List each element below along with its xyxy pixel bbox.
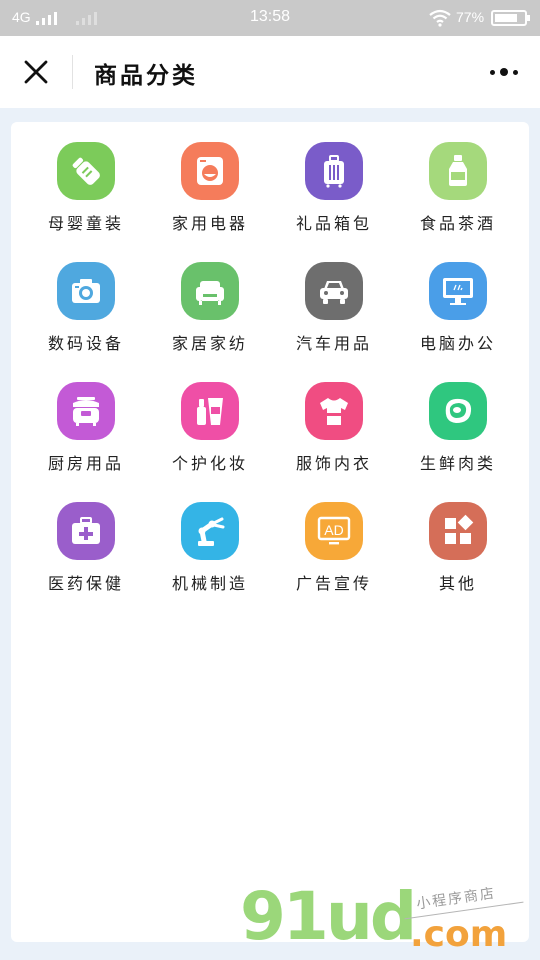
- category-label: 礼品箱包: [295, 214, 372, 233]
- watermark-tagline: 小程序商店: [415, 885, 497, 913]
- category-label: 生鲜肉类: [419, 454, 496, 473]
- grid-icon: [429, 502, 487, 560]
- category-item-medical-kit[interactable]: 医药保健: [24, 486, 148, 596]
- category-item-car[interactable]: 汽车用品: [272, 246, 396, 356]
- category-label: 医药保健: [47, 574, 124, 593]
- cosmetics-icon: [181, 382, 239, 440]
- category-label: 食品茶酒: [419, 214, 496, 233]
- ad-icon: AD: [305, 502, 363, 560]
- category-label: 家用电器: [171, 214, 248, 233]
- category-label: 个护化妆: [171, 454, 248, 473]
- wifi-icon: [429, 9, 451, 27]
- svg-text:AD: AD: [324, 522, 343, 538]
- category-item-ad[interactable]: AD 广告宣传: [272, 486, 396, 596]
- robot-arm-icon: [181, 502, 239, 560]
- category-item-sofa[interactable]: 家居家纺: [148, 246, 272, 356]
- category-item-luggage[interactable]: 礼品箱包: [272, 126, 396, 236]
- bottle-icon: [429, 142, 487, 200]
- washing-machine-icon: [181, 142, 239, 200]
- sofa-icon: [181, 262, 239, 320]
- category-label: 服饰内衣: [295, 454, 372, 473]
- navigation-bar: 商品分类: [0, 36, 540, 108]
- camera-icon: [57, 262, 115, 320]
- category-label: 其他: [438, 574, 477, 593]
- category-item-bottle[interactable]: 食品茶酒: [396, 126, 520, 236]
- category-item-grid[interactable]: 其他: [396, 486, 520, 596]
- battery-fill: [495, 14, 517, 22]
- category-item-monitor[interactable]: 电脑办公: [396, 246, 520, 356]
- battery-percent: 77%: [456, 9, 485, 25]
- watermark-logo: 91ud .com 小程序商店: [240, 882, 540, 960]
- category-label: 电脑办公: [419, 334, 496, 353]
- category-panel: 母婴童装 家用电器 礼品箱包 食品茶酒数码设备 家居家纺 汽车用品 电脑办公厨房用品 个护化妆…: [11, 122, 529, 942]
- watermark-domain: .com: [410, 914, 508, 955]
- battery-icon: [491, 10, 530, 26]
- more-dots-icon[interactable]: [484, 62, 524, 82]
- monitor-icon: [429, 262, 487, 320]
- category-label: 数码设备: [47, 334, 124, 353]
- category-label: 厨房用品: [47, 454, 124, 473]
- category-item-baby-bottle[interactable]: 母婴童装: [24, 126, 148, 236]
- luggage-icon: [305, 142, 363, 200]
- category-item-camera[interactable]: 数码设备: [24, 246, 148, 356]
- page-title: 商品分类: [94, 62, 198, 89]
- rice-cooker-icon: [57, 382, 115, 440]
- category-item-robot-arm[interactable]: 机械制造: [148, 486, 272, 596]
- category-label: 机械制造: [171, 574, 248, 593]
- close-icon[interactable]: [16, 52, 56, 92]
- category-label: 家居家纺: [171, 334, 248, 353]
- watermark-brand: 91ud: [240, 878, 417, 955]
- baby-bottle-icon: [57, 142, 115, 200]
- category-item-tshirt[interactable]: 服饰内衣: [272, 366, 396, 476]
- meat-icon: [429, 382, 487, 440]
- category-label: 汽车用品: [295, 334, 372, 353]
- category-item-meat[interactable]: 生鲜肉类: [396, 366, 520, 476]
- category-item-washing-machine[interactable]: 家用电器: [148, 126, 272, 236]
- nav-divider: [72, 55, 73, 89]
- status-bar: 4G 13:58 77%: [0, 0, 540, 36]
- category-label: 母婴童装: [47, 214, 124, 233]
- tshirt-icon: [305, 382, 363, 440]
- car-icon: [305, 262, 363, 320]
- category-item-rice-cooker[interactable]: 厨房用品: [24, 366, 148, 476]
- category-label: 广告宣传: [295, 574, 372, 593]
- category-item-cosmetics[interactable]: 个护化妆: [148, 366, 272, 476]
- medical-kit-icon: [57, 502, 115, 560]
